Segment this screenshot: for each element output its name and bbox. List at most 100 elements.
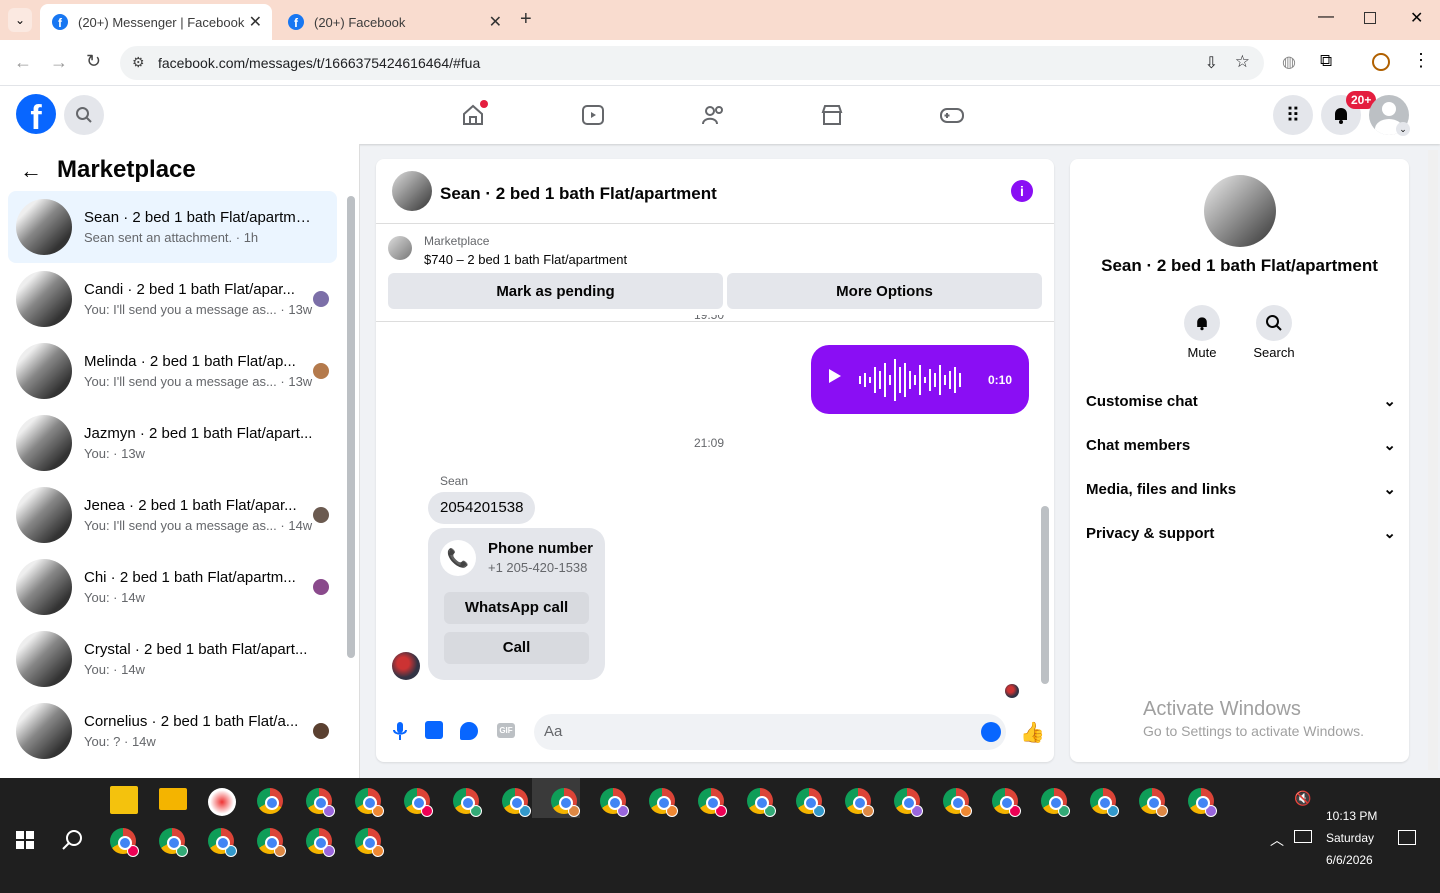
conversation-item[interactable]: Crystal · 2 bed 1 bath Flat/apart... You:… bbox=[8, 623, 337, 695]
like-thumb-icon[interactable]: 👍 bbox=[1020, 720, 1045, 745]
list-scrollbar[interactable] bbox=[347, 196, 355, 658]
reload-button[interactable]: ↻ bbox=[86, 51, 101, 72]
search-conversation-button[interactable] bbox=[1256, 305, 1292, 341]
action-center-icon[interactable] bbox=[1398, 830, 1416, 845]
chrome-profile-icon[interactable] bbox=[551, 788, 580, 817]
play-icon[interactable] bbox=[829, 369, 841, 383]
voice-message[interactable]: 0:10 bbox=[811, 345, 1029, 414]
chrome-profile-icon[interactable] bbox=[600, 788, 629, 817]
chrome-profile-icon[interactable] bbox=[649, 788, 678, 817]
chrome-profile-icon[interactable] bbox=[1139, 788, 1168, 817]
photo-icon[interactable] bbox=[425, 721, 443, 739]
account-chevron-icon[interactable]: ⌄ bbox=[1396, 122, 1410, 136]
taskbar-search-icon[interactable] bbox=[60, 828, 84, 857]
chrome-profile-icon[interactable] bbox=[845, 788, 874, 817]
extensions-icon[interactable]: ⧉ bbox=[1320, 51, 1332, 71]
home-icon[interactable] bbox=[460, 100, 488, 133]
conversation-item[interactable]: Jenea · 2 bed 1 bath Flat/apar... You: I'… bbox=[8, 479, 337, 551]
chrome-profile-icon[interactable] bbox=[698, 788, 727, 817]
media-files-links-section[interactable]: Media, files and links ⌄ bbox=[1086, 480, 1396, 499]
chrome-profile-icon[interactable] bbox=[502, 788, 531, 817]
chrome-profile-icon[interactable] bbox=[355, 788, 384, 817]
details-avatar[interactable] bbox=[1204, 175, 1276, 247]
call-button[interactable]: Call bbox=[444, 632, 589, 664]
conversation-item[interactable]: Jazmyn · 2 bed 1 bath Flat/apart... You: … bbox=[8, 407, 337, 479]
close-window-button[interactable]: ✕ bbox=[1410, 8, 1423, 28]
chrome-profile-icon[interactable] bbox=[159, 828, 188, 857]
friends-icon[interactable] bbox=[700, 102, 726, 133]
forward-button[interactable]: → bbox=[50, 52, 68, 73]
page-scrollbar[interactable] bbox=[1428, 150, 1438, 770]
chrome-profile-icon[interactable] bbox=[992, 788, 1021, 817]
tab-search-button[interactable]: ⌄ bbox=[8, 8, 32, 32]
clock-day[interactable]: Saturday bbox=[1326, 831, 1374, 845]
gaming-icon[interactable] bbox=[939, 102, 965, 133]
conversation-item[interactable]: Melinda · 2 bed 1 bath Flat/ap... You: I'… bbox=[8, 335, 337, 407]
gif-icon[interactable]: GIF bbox=[497, 723, 515, 738]
start-icon[interactable] bbox=[16, 831, 34, 854]
chat-avatar[interactable] bbox=[392, 171, 432, 211]
address-bar[interactable]: ⚙ facebook.com/messages/t/16663754246164… bbox=[120, 46, 1264, 80]
file-explorer-icon[interactable] bbox=[159, 788, 187, 810]
microphone-icon[interactable] bbox=[392, 721, 408, 746]
conversation-item[interactable]: Chi · 2 bed 1 bath Flat/apartm... You: · … bbox=[8, 551, 337, 623]
chrome-profile-icon[interactable] bbox=[453, 788, 482, 817]
chrome-profile-icon[interactable] bbox=[257, 828, 286, 857]
chrome-profile-icon[interactable] bbox=[257, 788, 283, 814]
message-bubble[interactable]: 2054201538 bbox=[428, 492, 536, 524]
chrome-profile-icon[interactable] bbox=[747, 788, 776, 817]
whatsapp-call-button[interactable]: WhatsApp call bbox=[444, 592, 589, 624]
more-options-button[interactable]: More Options bbox=[727, 273, 1042, 309]
minimize-button[interactable]: — bbox=[1318, 8, 1334, 26]
chrome-profile-icon[interactable] bbox=[796, 788, 825, 817]
chrome-profile-icon[interactable] bbox=[208, 828, 237, 857]
conversation-item[interactable]: Candi · 2 bed 1 bath Flat/apar... You: I'… bbox=[8, 263, 337, 335]
marketplace-icon[interactable] bbox=[819, 102, 845, 133]
privacy-support-section[interactable]: Privacy & support ⌄ bbox=[1086, 524, 1396, 543]
chrome-profile-icon[interactable] bbox=[355, 828, 384, 857]
profile-icon[interactable] bbox=[1372, 53, 1390, 71]
chat-scrollbar[interactable] bbox=[1041, 506, 1049, 684]
back-button[interactable]: ← bbox=[14, 52, 32, 73]
browser-menu-icon[interactable]: ⋮ bbox=[1412, 50, 1430, 71]
chrome-profile-icon[interactable] bbox=[894, 788, 923, 817]
chrome-profile-icon[interactable] bbox=[1041, 788, 1070, 817]
mute-button[interactable] bbox=[1184, 305, 1220, 341]
menu-grid-icon[interactable]: ⠿ bbox=[1273, 95, 1313, 135]
listing-thumbnail[interactable] bbox=[388, 236, 412, 260]
conversation-item[interactable]: Sean · 2 bed 1 bath Flat/apartme... Sean … bbox=[8, 191, 337, 263]
clock-time[interactable]: 10:13 PM bbox=[1326, 809, 1377, 823]
network-icon[interactable] bbox=[1294, 830, 1312, 843]
tab-facebook[interactable]: f (20+) Facebook ✕ bbox=[276, 4, 512, 40]
tab-messenger[interactable]: f (20+) Messenger | Facebook ✕ bbox=[40, 4, 272, 40]
new-tab-button[interactable]: + bbox=[520, 8, 532, 31]
chat-title[interactable]: Sean · 2 bed 1 bath Flat/apartment bbox=[440, 184, 717, 204]
translate-icon[interactable]: ◍ bbox=[1282, 52, 1296, 72]
volume-muted-icon[interactable]: 🔇 bbox=[1294, 790, 1311, 807]
chrome-profile-icon[interactable] bbox=[943, 788, 972, 817]
info-icon[interactable]: i bbox=[1011, 180, 1033, 202]
install-app-icon[interactable]: ⇩ bbox=[1205, 53, 1218, 73]
chrome-profile-icon[interactable] bbox=[306, 788, 335, 817]
customise-chat-section[interactable]: Customise chat ⌄ bbox=[1086, 392, 1396, 411]
site-info-icon[interactable]: ⚙ bbox=[132, 54, 145, 71]
chrome-profile-icon[interactable] bbox=[404, 788, 433, 817]
emoji-icon[interactable] bbox=[981, 722, 1001, 742]
message-input[interactable]: Aa bbox=[534, 714, 1006, 750]
sender-avatar[interactable] bbox=[392, 652, 420, 680]
chrome-profile-icon[interactable] bbox=[1090, 788, 1119, 817]
close-tab-icon[interactable]: ✕ bbox=[489, 12, 502, 32]
chrome-profile-icon[interactable] bbox=[306, 828, 335, 857]
facebook-logo[interactable]: f bbox=[16, 94, 56, 134]
maximize-button[interactable] bbox=[1364, 12, 1376, 24]
chrome-profile-icon[interactable] bbox=[1188, 788, 1217, 817]
conversation-item[interactable]: Cornelius · 2 bed 1 bath Flat/a... You: ?… bbox=[8, 695, 337, 767]
bookmark-star-icon[interactable]: ☆ bbox=[1235, 52, 1250, 72]
sticky-notes-icon[interactable] bbox=[110, 786, 138, 814]
close-tab-icon[interactable]: ✕ bbox=[249, 12, 262, 32]
chrome-profile-icon[interactable] bbox=[110, 828, 139, 857]
paint-icon[interactable] bbox=[208, 788, 236, 816]
mark-as-pending-button[interactable]: Mark as pending bbox=[388, 273, 723, 309]
chat-members-section[interactable]: Chat members ⌄ bbox=[1086, 436, 1396, 455]
tray-chevron-icon[interactable]: ︿ bbox=[1270, 830, 1284, 850]
